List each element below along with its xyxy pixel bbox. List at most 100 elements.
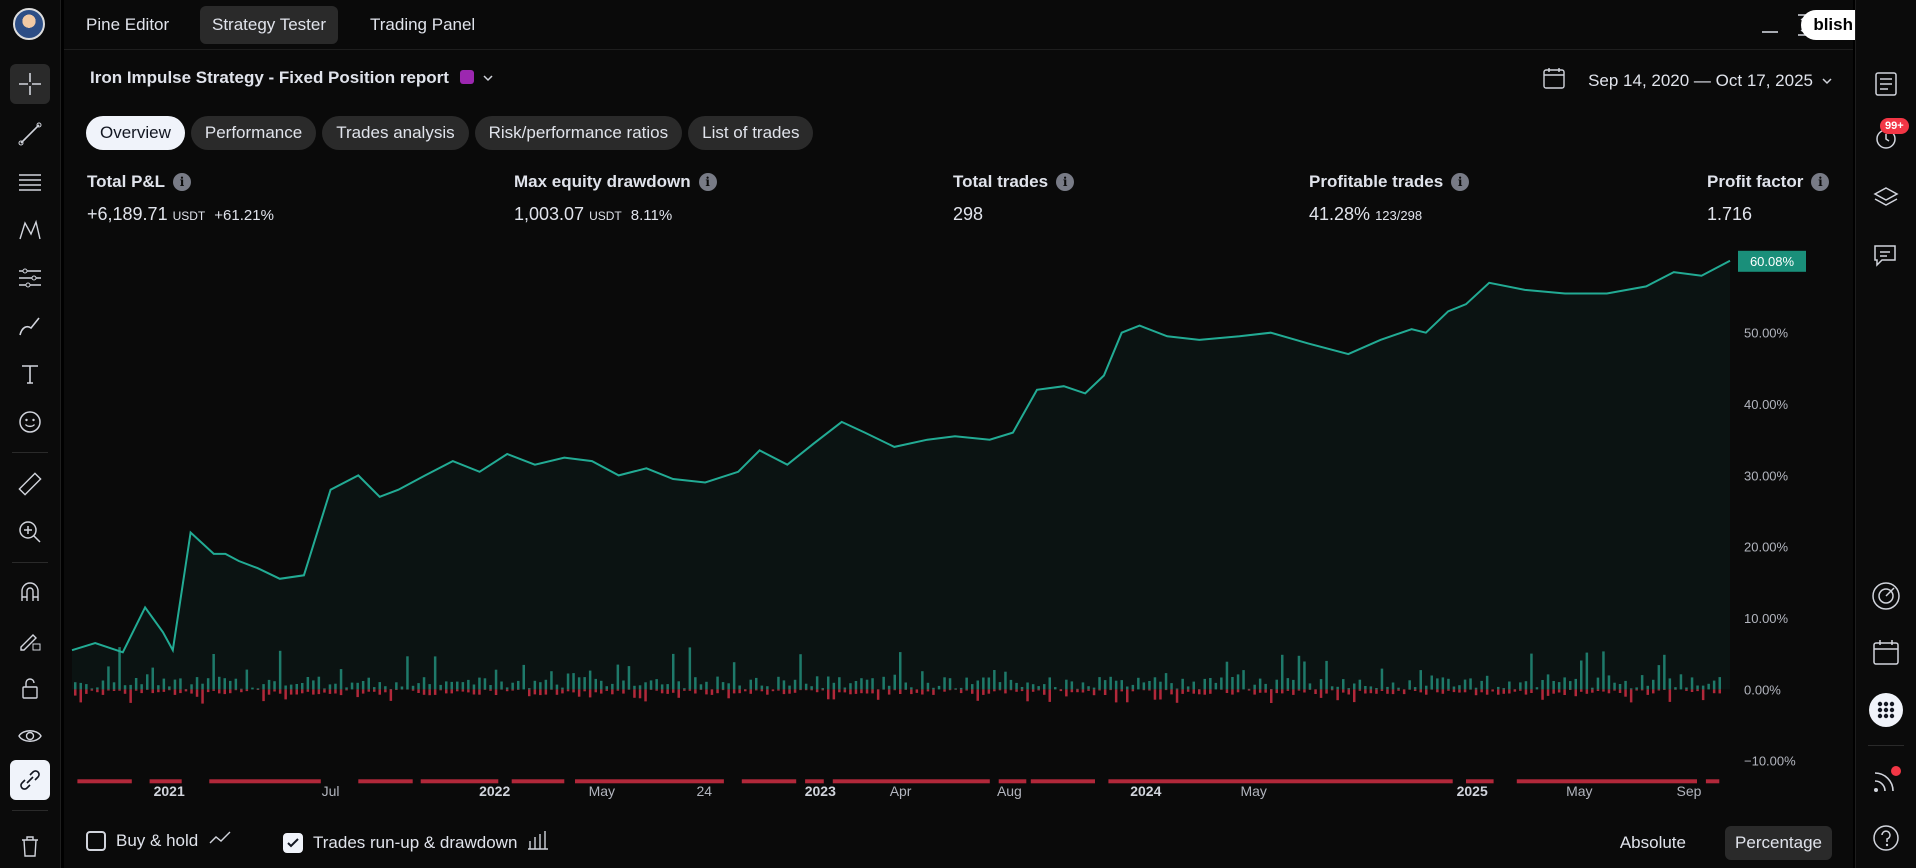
chart-options-bar: Buy & hold Trades run-up & drawdown Abso… xyxy=(86,826,1846,860)
drawdown-bar xyxy=(179,689,182,694)
runup-bar xyxy=(1408,680,1411,690)
runup-bar xyxy=(1209,678,1212,690)
runup-bar xyxy=(1308,683,1312,690)
runup-bar xyxy=(1336,686,1339,690)
runup-bar xyxy=(694,677,697,690)
chat-icon[interactable] xyxy=(1866,236,1906,276)
tab-list-of-trades[interactable]: List of trades xyxy=(688,116,814,150)
ruler-icon[interactable] xyxy=(10,464,50,504)
pattern-icon[interactable] xyxy=(10,210,50,250)
runup-bar xyxy=(1286,678,1290,690)
checkbox-label: Trades run-up & drawdown xyxy=(313,832,518,852)
runup-bar xyxy=(223,678,226,690)
apps-grid-icon[interactable] xyxy=(1866,690,1906,730)
buy-hold-checkbox[interactable]: Buy & hold xyxy=(86,830,232,851)
drawdown-bar xyxy=(832,689,836,700)
tab-trading-panel[interactable]: Trading Panel xyxy=(358,6,487,44)
info-icon[interactable]: i xyxy=(1056,173,1075,191)
runup-bar xyxy=(611,683,614,690)
trash-icon[interactable] xyxy=(10,826,50,866)
runup-bar xyxy=(1679,674,1683,690)
calendar-icon[interactable] xyxy=(1866,632,1906,672)
runup-bar xyxy=(1026,682,1029,690)
eye-icon[interactable] xyxy=(10,716,50,756)
runup-bar xyxy=(1707,683,1710,690)
text-icon[interactable] xyxy=(10,354,50,394)
drawdown-bar xyxy=(1413,689,1417,691)
runup-bar xyxy=(1120,680,1123,690)
checkbox-box[interactable] xyxy=(86,830,106,851)
minimize-icon[interactable] xyxy=(1757,12,1783,38)
drawdown-bar xyxy=(821,689,824,691)
runup-bar xyxy=(1153,677,1157,690)
link-icon[interactable] xyxy=(10,760,50,800)
info-icon[interactable]: i xyxy=(1811,173,1830,191)
drawdown-bar xyxy=(140,689,143,694)
emoji-icon[interactable] xyxy=(10,402,50,442)
drawdown-bar xyxy=(738,689,741,694)
drawdown-bar xyxy=(101,689,105,695)
drawdown-bar xyxy=(1364,689,1367,694)
x-tick-label: 2022 xyxy=(479,783,510,799)
runup-bar xyxy=(1170,683,1173,690)
metric-label: Max equity drawdown xyxy=(514,172,691,191)
drawdown-bar xyxy=(1314,689,1317,694)
runup-bar xyxy=(101,680,105,690)
target-icon[interactable] xyxy=(1866,576,1906,616)
tab-strategy-tester[interactable]: Strategy Tester xyxy=(200,6,339,44)
lock-drawings-icon[interactable] xyxy=(10,620,50,660)
runup-bar xyxy=(1391,682,1395,690)
runup-bar xyxy=(1353,683,1356,690)
runup-bar xyxy=(605,686,608,690)
report-title[interactable]: Iron Impulse Strategy - Fixed Position r… xyxy=(90,68,494,88)
fib-retracement-icon[interactable] xyxy=(10,162,50,202)
absolute-toggle[interactable]: Absolute xyxy=(1610,826,1696,860)
equity-chart[interactable]: −10.00% 0.00% 10.00% 20.00% 30.00% 40.00% 50.0… xyxy=(64,240,1853,820)
runup-bar xyxy=(1092,687,1096,690)
forecast-icon[interactable] xyxy=(10,258,50,298)
tab-overview[interactable]: Overview xyxy=(86,116,185,150)
info-icon[interactable]: i xyxy=(1451,173,1470,191)
tab-risk-performance-ratios[interactable]: Risk/performance ratios xyxy=(474,116,683,150)
metric-label: Total P&L xyxy=(87,172,166,191)
watchlist-icon[interactable] xyxy=(1866,64,1906,104)
date-range-selector[interactable]: Sep 14, 2020 — Oct 17, 2025 xyxy=(1542,66,1833,95)
help-icon[interactable] xyxy=(1866,818,1906,858)
calendar-badge-icon xyxy=(459,70,474,84)
runup-bar xyxy=(1530,653,1533,690)
runup-bar xyxy=(1463,679,1467,690)
runup-bar xyxy=(1281,654,1284,690)
drawdown-bar xyxy=(1391,689,1395,695)
info-icon[interactable]: i xyxy=(698,173,717,191)
trend-line-icon[interactable] xyxy=(10,114,50,154)
layers-icon[interactable] xyxy=(1866,178,1906,218)
drawdown-bar xyxy=(428,689,431,696)
drawdown-bar xyxy=(1380,689,1384,691)
drawdown-bar xyxy=(1175,689,1179,703)
drawdown-bar xyxy=(716,689,719,694)
tab-trades-analysis[interactable]: Trades analysis xyxy=(322,116,469,150)
user-avatar[interactable] xyxy=(13,8,45,40)
checkbox-box[interactable] xyxy=(283,832,303,853)
tab-performance[interactable]: Performance xyxy=(190,116,317,150)
runup-bar xyxy=(1386,686,1389,690)
runup-drawdown-checkbox[interactable]: Trades run-up & drawdown xyxy=(283,830,549,855)
brush-icon[interactable] xyxy=(10,306,50,346)
drawdown-bar xyxy=(173,689,177,695)
percentage-toggle[interactable]: Percentage xyxy=(1725,826,1832,860)
zoom-in-icon[interactable] xyxy=(10,512,50,552)
info-icon[interactable]: i xyxy=(173,173,192,191)
magnet-icon[interactable] xyxy=(10,572,50,612)
unlock-icon[interactable] xyxy=(10,668,50,708)
runup-bar xyxy=(96,687,99,690)
runup-bar xyxy=(1674,687,1677,690)
tab-pine-editor[interactable]: Pine Editor xyxy=(74,6,181,44)
drawdown-bar xyxy=(843,689,847,693)
metric-total-pnl: Total P&L i +6,189.71 USDT +61.21% xyxy=(87,172,274,225)
drawdown-bar xyxy=(90,689,94,691)
y-tick-label: 10.00% xyxy=(1744,611,1789,626)
crosshair-icon[interactable] xyxy=(10,64,50,104)
feed-icon[interactable] xyxy=(1866,760,1906,800)
runup-bar xyxy=(1164,673,1168,690)
drawdown-bar xyxy=(1286,689,1290,691)
